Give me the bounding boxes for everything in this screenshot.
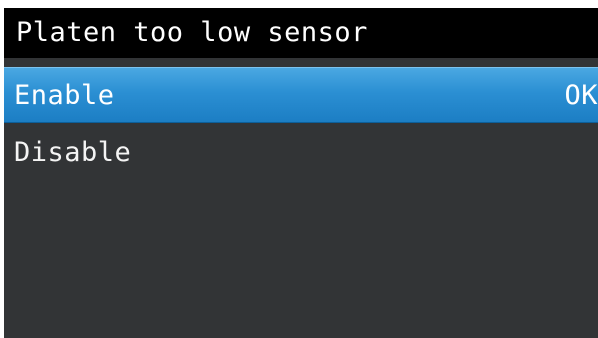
menu-item-label: Disable: [14, 137, 132, 168]
menu-item-label: Enable: [14, 80, 115, 111]
ok-indicator: OK: [564, 80, 598, 111]
lcd-screen: Platen too low sensor Enable OK Disable: [4, 8, 598, 338]
menu-item-disable[interactable]: Disable: [4, 125, 598, 181]
menu-item-enable[interactable]: Enable OK: [4, 67, 598, 123]
screen-title: Platen too low sensor: [4, 8, 598, 58]
